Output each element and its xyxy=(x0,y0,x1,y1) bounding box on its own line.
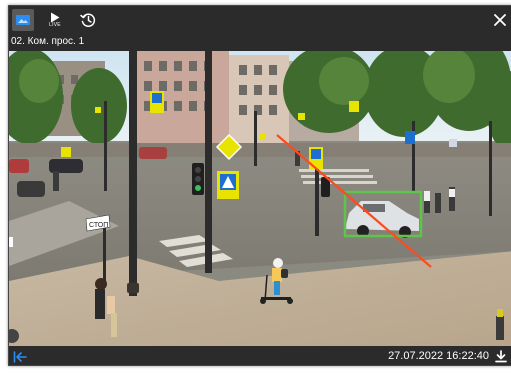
camera-viewer-window: LIVE 02. Ком. прос. 1 СТОП 27.07.2022 16… xyxy=(8,5,511,366)
history-button[interactable] xyxy=(77,9,99,31)
timestamp: 27.07.2022 16:22:40 xyxy=(388,350,489,362)
download-icon xyxy=(494,350,507,363)
back-button[interactable] xyxy=(11,348,29,365)
stop-sign-text: СТОП xyxy=(89,222,108,229)
history-icon xyxy=(80,13,96,27)
video-frame[interactable]: СТОП xyxy=(9,51,511,346)
live-mode-button[interactable]: LIVE xyxy=(44,9,66,31)
live-label: LIVE xyxy=(49,22,61,28)
image-icon xyxy=(16,15,30,25)
camera-snapshot: СТОП xyxy=(9,51,511,346)
camera-title-bar: 02. Ком. прос. 1 xyxy=(9,34,511,51)
close-icon xyxy=(494,14,506,26)
download-button[interactable] xyxy=(492,348,509,365)
photo-mode-button[interactable] xyxy=(12,9,34,31)
toolbar: LIVE xyxy=(9,6,511,34)
camera-title: 02. Ком. прос. 1 xyxy=(11,36,85,47)
arrow-left-icon xyxy=(13,350,27,363)
close-button[interactable] xyxy=(490,9,510,31)
bottom-bar: 27.07.2022 16:22:40 xyxy=(9,346,511,365)
